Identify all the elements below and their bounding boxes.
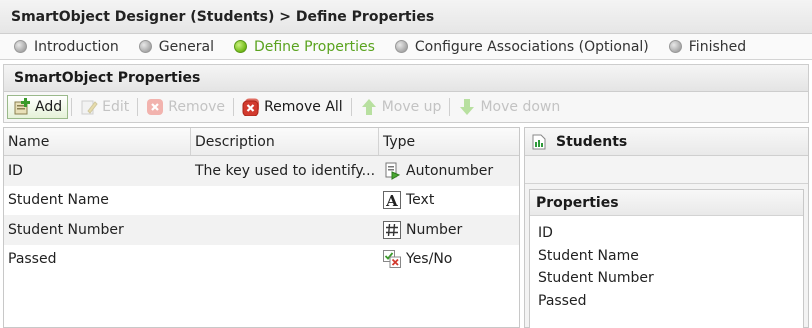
- type-label: Number: [406, 221, 463, 238]
- number-type-icon: [383, 220, 401, 239]
- table-row[interactable]: Student Name A Text: [4, 186, 519, 216]
- step-label: General: [158, 38, 214, 55]
- step-status-icon: [138, 40, 152, 53]
- cell-type: Yes/No: [379, 245, 519, 275]
- edit-button[interactable]: Edit: [75, 95, 134, 119]
- step-define-properties[interactable]: Define Properties: [233, 38, 375, 55]
- list-item[interactable]: Passed: [530, 290, 803, 313]
- remove-all-icon: [242, 98, 260, 116]
- step-label: Configure Associations (Optional): [414, 38, 649, 55]
- arrow-down-icon: [458, 98, 476, 116]
- autonumber-icon: [383, 162, 401, 180]
- table-row[interactable]: ID The key used to identify... Autonumbe…: [4, 156, 519, 186]
- cell-description: The key used to identify...: [195, 162, 376, 179]
- list-item[interactable]: Student Number: [530, 267, 803, 290]
- cell-type: Number: [379, 215, 519, 245]
- step-label: Finished: [688, 38, 747, 55]
- panel-title: SmartObject Properties: [3, 64, 809, 92]
- cell-name: Student Number: [8, 221, 124, 238]
- step-status-icon: [233, 40, 247, 53]
- grid-header: Name Description Type: [4, 128, 519, 156]
- add-property-icon: [13, 98, 31, 116]
- side-panel-header: Students: [525, 128, 808, 156]
- toolbar: Add Edit Remove Remove All Move up Move …: [3, 92, 809, 123]
- step-introduction[interactable]: Introduction: [14, 39, 119, 55]
- remove-all-button[interactable]: Remove All: [237, 95, 348, 119]
- properties-grid: Name Description Type ID The key used to…: [3, 127, 520, 328]
- cell-name: Passed: [8, 251, 57, 268]
- column-header-type[interactable]: Type: [379, 128, 519, 155]
- table-row[interactable]: Student Number Number: [4, 215, 519, 245]
- list-item[interactable]: ID: [530, 222, 803, 245]
- toolbar-separator: [449, 98, 451, 116]
- cell-name: Student Name: [8, 192, 109, 209]
- cell-description: [191, 245, 379, 275]
- cell-description: [191, 186, 379, 216]
- text-type-icon: A: [383, 191, 401, 210]
- yes-no-type-icon: [383, 250, 401, 269]
- window-title: SmartObject Designer (Students) > Define…: [0, 0, 812, 34]
- smartobject-side-panel: Students Properties ID Student Name Stud…: [524, 127, 809, 328]
- properties-list: ID Student Name Student Number Passed: [530, 216, 803, 312]
- properties-box: Properties ID Student Name Student Numbe…: [529, 189, 804, 328]
- move-down-button[interactable]: Move down: [453, 95, 565, 119]
- step-status-icon: [394, 40, 408, 53]
- remove-icon: [146, 98, 164, 116]
- remove-button[interactable]: Remove: [141, 95, 230, 119]
- move-up-button[interactable]: Move up: [355, 95, 447, 119]
- column-header-description[interactable]: Description: [191, 128, 379, 155]
- step-label: Introduction: [34, 38, 119, 55]
- wizard-steps: Introduction General Define Properties C…: [0, 34, 812, 60]
- step-label: Define Properties: [253, 38, 375, 55]
- properties-heading: Properties: [530, 190, 803, 216]
- type-label: Yes/No: [406, 251, 453, 268]
- toolbar-separator: [71, 98, 73, 116]
- cell-description: [191, 215, 379, 245]
- cell-type: Autonumber: [379, 156, 519, 186]
- toolbar-separator: [350, 98, 352, 116]
- svg-text:A: A: [385, 192, 398, 209]
- smartobject-title: Students: [556, 133, 628, 150]
- column-header-name[interactable]: Name: [4, 128, 191, 155]
- edit-icon: [80, 98, 98, 116]
- list-item[interactable]: Student Name: [530, 245, 803, 268]
- step-general[interactable]: General: [138, 38, 214, 55]
- step-configure-associations[interactable]: Configure Associations (Optional): [394, 38, 649, 55]
- side-panel-toolbar: [525, 156, 808, 184]
- cell-type: A Text: [379, 186, 519, 216]
- toolbar-separator: [137, 98, 139, 116]
- cell-name: ID: [8, 162, 23, 179]
- step-status-icon: [668, 40, 682, 53]
- smartobject-icon: [532, 134, 546, 150]
- toolbar-separator: [233, 98, 235, 116]
- step-status-icon: [14, 40, 27, 53]
- arrow-up-icon: [360, 98, 378, 116]
- type-label: Autonumber: [406, 162, 494, 179]
- add-button[interactable]: Add: [7, 95, 69, 119]
- type-label: Text: [406, 192, 435, 209]
- step-finished[interactable]: Finished: [668, 38, 747, 55]
- table-row[interactable]: Passed Yes/No: [4, 245, 519, 275]
